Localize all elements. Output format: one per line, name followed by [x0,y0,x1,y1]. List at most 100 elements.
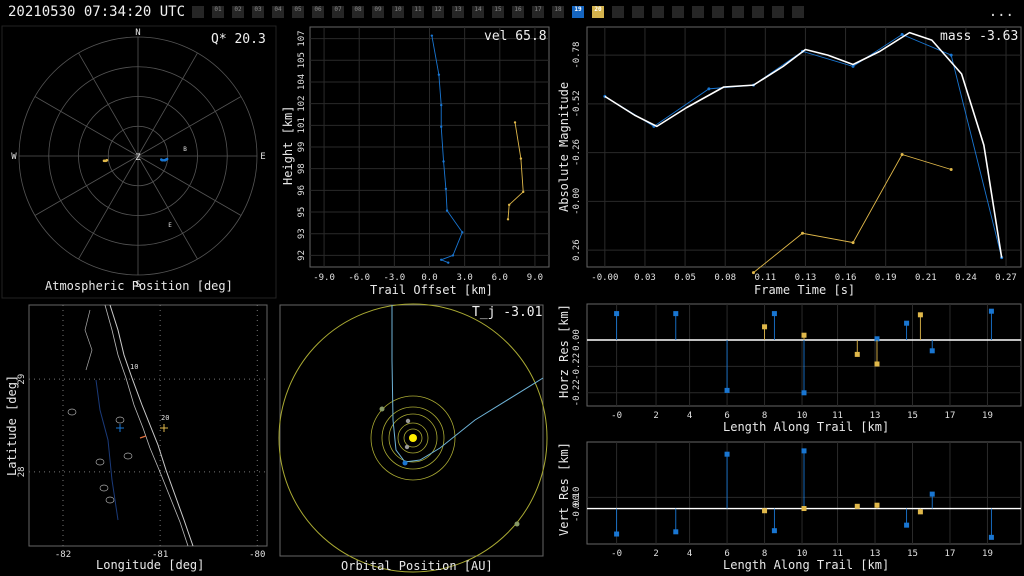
vert-point [929,491,935,497]
mag-xtick: 0.21 [915,273,937,283]
height-ytick: 98 [297,163,307,174]
mag-xtick: 0.19 [875,273,897,283]
mag-annotation: mass -3.63 [940,29,1019,44]
map-coastline-inner [104,304,189,547]
horz-ytick: -0.22 [572,353,582,380]
map-lake [105,496,115,504]
polar-annotation: Q* 20.3 [211,32,266,47]
height-point [519,157,523,160]
horz-point [801,332,807,338]
height-point [445,209,449,212]
mag-point-marker [949,168,953,171]
height-point [461,231,464,234]
horz-point [854,351,860,357]
orbit-planet [405,418,411,424]
map-xlabel: Longitude [deg] [96,558,205,572]
height-ytick: 101 [297,117,307,133]
map-xtick: -80 [249,550,265,560]
orbit-planet [404,444,410,450]
mag-xtick: 0.16 [835,273,857,283]
compass-zenith-label: Z [135,153,141,163]
map-meteor-track [139,435,147,439]
mag-ytick: -0.00 [572,188,582,215]
height-point [451,254,455,257]
polar-spoke [78,155,139,260]
mag-ytick: -0.26 [572,139,582,166]
map-lake [115,416,125,424]
mag-xtick: 0.08 [714,273,736,283]
map-ylabel: Latitude [deg] [5,374,19,476]
map-lake [95,458,105,466]
height-ytick: 93 [297,228,307,239]
height-xtick: 0.0 [421,273,437,283]
vert-point [673,529,679,535]
height-point [506,218,510,221]
polar-begin-marker: B [183,146,187,153]
polar-spoke [137,155,198,260]
vert-point [762,508,768,514]
height-point [447,261,450,264]
polar-spoke [34,96,139,157]
mag-plot-frame [586,26,1022,268]
vert-xlabel: Length Along Trail [km] [723,558,890,572]
orbit-planet [514,521,520,527]
mag-series-line [604,33,1003,258]
polar-spoke [137,155,242,216]
mag-point-marker [949,53,953,57]
horz-point [917,312,923,318]
map-label-10: 10 [130,363,138,371]
height-ytick: 92 [297,250,307,261]
vert-point [771,528,777,534]
height-ytick: 105 [297,52,307,68]
height-xtick: -3.0 [384,273,406,283]
height-point [430,34,434,37]
horz-point [929,348,935,354]
polar-point [105,158,109,162]
vert-point [854,503,860,509]
polar-spoke [78,52,139,157]
mag-xlabel: Frame Time [s] [754,283,856,297]
horz-point [614,311,620,317]
vert-xtick: 2 [653,549,658,559]
map-lake [123,452,133,460]
vert-point [801,506,807,512]
vert-point [724,451,730,457]
mag-fit-curve [604,31,1003,258]
mag-ytick: -0.78 [572,42,582,69]
mag-xtick: 0.03 [634,273,656,283]
map-lake [99,484,109,492]
vert-ytick: -0.00 [572,495,582,522]
vert-point [988,534,994,540]
horz-ytick: 0.00 [572,329,582,351]
polar-spoke [137,96,242,157]
horz-xtick: 19 [982,411,993,421]
orbit-earth [402,460,408,466]
compass-west-label: W [11,152,17,162]
height-xtick: -9.0 [313,273,335,283]
vert-point [801,448,807,454]
horz-xlabel: Length Along Trail [km] [723,420,890,434]
map-frame [28,304,268,547]
vert-xtick: 19 [982,549,993,559]
horz-point [673,311,679,317]
mag-xtick: 0.27 [995,273,1017,283]
mag-point-marker [900,153,904,156]
horz-ylabel: Horz Res [km] [557,304,571,398]
mag-series-line [753,153,952,273]
horz-point [771,311,777,317]
height-point [440,103,443,107]
polar-title: Atmospheric Position [deg] [45,279,233,293]
height-ytick: 95 [297,207,307,218]
vert-xtick: 4 [687,549,692,559]
polar-spoke [34,155,139,216]
orbit-xlabel: Orbital Position [AU] [341,559,493,573]
height-ytick: 96 [297,185,307,196]
mag-xtick: -0.00 [591,273,618,283]
mag-xtick: 0.13 [795,273,817,283]
height-xtick: 6.0 [492,273,508,283]
mag-point-marker [751,271,755,275]
height-xtick: 9.0 [527,273,543,283]
height-point [444,187,448,191]
height-xtick: -6.0 [348,273,370,283]
mag-ytick: -0.52 [572,90,582,117]
